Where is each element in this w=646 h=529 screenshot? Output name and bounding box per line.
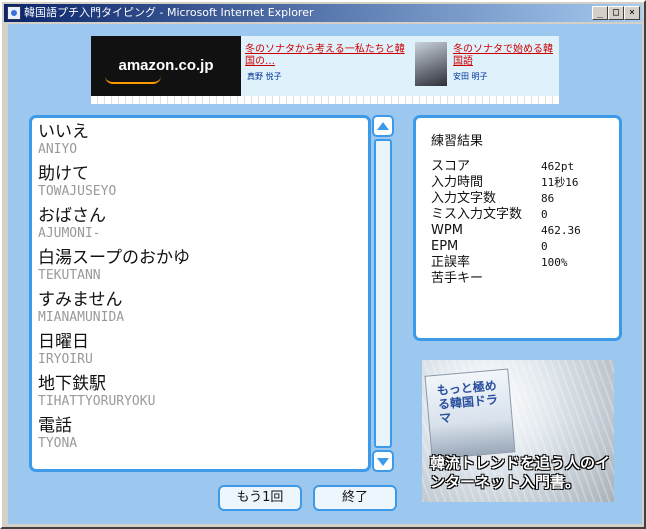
list-item: おばさん AJUMONI-: [38, 206, 364, 248]
word-romaji: TYONA: [38, 436, 78, 451]
list-item: すみません MIANAMUNIDA: [38, 290, 364, 332]
book-title: もっと極める韓国ドラマ: [436, 378, 499, 426]
scroll-down-arrow-icon[interactable]: [372, 450, 394, 472]
ad-item-author: 真野 悦子: [247, 72, 282, 81]
stat-row: 入力文字数 86: [431, 191, 616, 207]
book-ad-tagline: 韓流トレンドを追う人のインターネット入門書。: [430, 454, 611, 491]
close-button[interactable]: ×: [624, 6, 640, 20]
results-title: 練習結果: [431, 134, 484, 149]
word-japanese: すみません: [38, 290, 123, 310]
word-list-panel: いいえ ANIYO 助けて TOWAJUSEYO おばさん AJUMONI- 白…: [29, 115, 371, 472]
list-item: 日曜日 IRYOIRU: [38, 332, 364, 374]
word-japanese: 電話: [38, 416, 72, 436]
results-stats: スコア 462pt 入力時間 11秒16 入力文字数 86 ミス入力文字数 0 …: [431, 159, 616, 287]
stat-label: 正誤率: [431, 255, 471, 270]
amazon-banner-ad[interactable]: amazon.co.jp 冬のソナタから考える一私たちと韓国の… 真野 悦子 冬…: [91, 36, 559, 104]
scrollbar-track[interactable]: [374, 139, 392, 448]
list-item: 白湯スープのおかゆ TEKUTANN: [38, 248, 364, 290]
word-japanese: おばさん: [38, 206, 106, 226]
stat-row: EPM 0: [431, 239, 616, 255]
word-japanese: 地下鉄駅: [38, 374, 106, 394]
word-romaji: TIHATTYORURYOKU: [38, 394, 156, 409]
stat-value: 462pt: [541, 160, 575, 173]
stat-value: 462.36: [541, 224, 581, 237]
stat-label: スコア: [431, 159, 471, 174]
maximize-button[interactable]: □: [608, 6, 624, 20]
word-list: いいえ ANIYO 助けて TOWAJUSEYO おばさん AJUMONI- 白…: [38, 122, 364, 458]
stat-row: 苦手キー: [431, 271, 616, 287]
stat-label: EPM: [431, 239, 459, 254]
stat-row: WPM 462.36: [431, 223, 616, 239]
ad-item-link[interactable]: 冬のソナタから考える一私たちと韓国の…: [245, 44, 413, 68]
stat-row: ミス入力文字数 0: [431, 207, 616, 223]
amazon-logo[interactable]: amazon.co.jp: [91, 36, 241, 96]
word-list-scrollbar[interactable]: [372, 115, 394, 472]
stat-value: 0: [541, 208, 548, 221]
stat-label: 入力時間: [431, 175, 484, 190]
ad-item-author: 安田 明子: [453, 72, 488, 81]
banner-ad-items: 冬のソナタから考える一私たちと韓国の… 真野 悦子 冬のソナタで始める韓国語 安…: [241, 36, 559, 96]
stat-value: 0: [541, 240, 548, 253]
stat-row: スコア 462pt: [431, 159, 616, 175]
scroll-up-arrow-icon[interactable]: [372, 115, 394, 137]
book-cover-image[interactable]: もっと極める韓国ドラマ: [424, 368, 516, 460]
stat-label: WPM: [431, 223, 463, 238]
list-item: 助けて TOWAJUSEYO: [38, 164, 364, 206]
ad-item-photo[interactable]: [415, 42, 447, 86]
banner-footer-strip: [91, 96, 559, 104]
ad-item-link[interactable]: 冬のソナタで始める韓国語: [453, 44, 557, 68]
word-romaji: IRYOIRU: [38, 352, 93, 367]
stat-row: 入力時間 11秒16: [431, 175, 616, 191]
title-bar: 韓国語プチ入門タイピング - Microsoft Internet Explor…: [4, 4, 642, 22]
stat-row: 正誤率 100%: [431, 255, 616, 271]
list-item: 電話 TYONA: [38, 416, 364, 458]
stat-value: 86: [541, 192, 555, 205]
stat-label: 入力文字数: [431, 191, 497, 206]
word-japanese: 助けて: [38, 164, 89, 184]
word-romaji: TOWAJUSEYO: [38, 184, 117, 199]
word-japanese: 白湯スープのおかゆ: [38, 248, 190, 268]
results-panel: 練習結果 スコア 462pt 入力時間 11秒16 入力文字数 86 ミス入力文…: [413, 115, 622, 341]
stat-label: ミス入力文字数: [431, 207, 523, 222]
stat-value: 11秒16: [541, 176, 579, 189]
word-japanese: いいえ: [38, 122, 89, 142]
word-japanese: 日曜日: [38, 332, 89, 352]
browser-window: 韓国語プチ入門タイピング - Microsoft Internet Explor…: [0, 0, 646, 529]
window-title: 韓国語プチ入門タイピング - Microsoft Internet Explor…: [24, 6, 314, 19]
stat-value: 100%: [541, 256, 568, 269]
word-romaji: ANIYO: [38, 142, 78, 157]
internet-explorer-icon: [7, 6, 21, 20]
finish-button[interactable]: 終了: [313, 485, 397, 511]
book-ad-banner[interactable]: もっと極める韓国ドラマ 韓流トレンドを追う人のインターネット入門書。: [422, 360, 614, 502]
minimize-button[interactable]: _: [592, 6, 608, 20]
word-romaji: AJUMONI-: [38, 226, 101, 241]
page-content: amazon.co.jp 冬のソナタから考える一私たちと韓国の… 真野 悦子 冬…: [8, 24, 642, 524]
stat-label: 苦手キー: [431, 271, 484, 286]
word-romaji: TEKUTANN: [38, 268, 101, 283]
list-item: 地下鉄駅 TIHATTYORURYOKU: [38, 374, 364, 416]
list-item: いいえ ANIYO: [38, 122, 364, 164]
retry-button[interactable]: もう1回: [218, 485, 302, 511]
word-romaji: MIANAMUNIDA: [38, 310, 125, 325]
